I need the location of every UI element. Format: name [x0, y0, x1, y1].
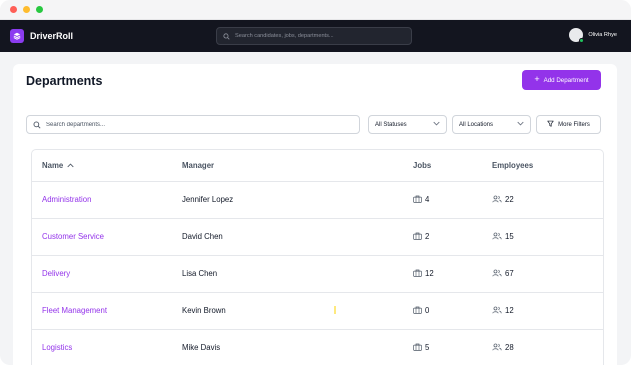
- manager-name: Jennifer Lopez: [182, 195, 234, 204]
- app-window: DriverRoll Olivia Rhye Departments + Add…: [0, 0, 631, 365]
- column-header-jobs[interactable]: Jobs: [413, 150, 492, 181]
- brand[interactable]: DriverRoll: [10, 29, 73, 43]
- department-name-link[interactable]: Delivery: [42, 269, 70, 278]
- employees-count: 28: [505, 343, 514, 353]
- status-filter-value: All Statuses: [375, 121, 407, 128]
- location-filter-value: All Locations: [459, 121, 494, 128]
- users-icon: [492, 269, 502, 279]
- maximize-window-button[interactable]: [36, 6, 43, 13]
- window-titlebar: [0, 0, 631, 20]
- column-header-name[interactable]: Name: [32, 150, 182, 181]
- employees-count: 67: [505, 269, 514, 278]
- global-search[interactable]: [216, 27, 412, 45]
- jobs-count: 0: [425, 306, 430, 315]
- department-search[interactable]: [26, 115, 360, 134]
- jobs-count: 4: [425, 195, 430, 204]
- add-department-label: Add Department: [543, 76, 589, 84]
- department-name-link[interactable]: Fleet Management: [42, 306, 107, 315]
- briefcase-icon: [413, 232, 422, 242]
- plus-icon: +: [534, 74, 540, 84]
- more-filters-label: More Filters: [558, 121, 590, 128]
- table-row[interactable]: Administration Jennifer Lopez 4 22: [32, 181, 603, 218]
- online-status-dot: [579, 38, 585, 43]
- users-icon: [492, 195, 502, 205]
- jobs-count: 12: [425, 269, 434, 278]
- jobs-count: 2: [425, 232, 430, 241]
- users-icon: [492, 306, 502, 316]
- employees-count: 15: [505, 232, 514, 241]
- briefcase-icon: [413, 306, 422, 316]
- add-department-button[interactable]: + Add Department: [522, 70, 601, 90]
- table-row[interactable]: Delivery Lisa Chen 12 67: [32, 255, 603, 292]
- layers-icon: [10, 29, 24, 43]
- global-search-input[interactable]: [235, 33, 405, 39]
- employees-count: 22: [505, 195, 514, 204]
- sort-up-icon[interactable]: [67, 161, 74, 170]
- table-header-row: Name Manager Jobs Employees: [32, 150, 603, 181]
- column-header-employees[interactable]: Employees: [492, 150, 603, 181]
- table-row[interactable]: Logistics Mike Davis 5 28: [32, 329, 603, 365]
- page-title: Departments: [26, 74, 103, 88]
- more-filters-button[interactable]: More Filters: [536, 115, 601, 134]
- search-icon: [223, 27, 230, 45]
- manager-name: Lisa Chen: [182, 269, 218, 278]
- briefcase-icon: [413, 195, 422, 205]
- close-window-button[interactable]: [10, 6, 17, 13]
- department-name-link[interactable]: Administration: [42, 195, 91, 204]
- app-name: DriverRoll: [30, 31, 74, 41]
- department-search-input[interactable]: [46, 121, 346, 128]
- search-icon: [33, 116, 41, 134]
- briefcase-icon: [413, 343, 422, 353]
- manager-name: Kevin Brown: [182, 306, 226, 315]
- text-cursor-indicator: [334, 306, 336, 314]
- table-row[interactable]: Fleet Management Kevin Brown 0 12: [32, 292, 603, 329]
- department-name-link[interactable]: Customer Service: [42, 232, 104, 241]
- chevron-down-icon: [517, 121, 524, 128]
- jobs-count: 5: [425, 343, 430, 353]
- departments-panel: Departments + Add Department All Statuse…: [13, 64, 617, 365]
- departments-table: Name Manager Jobs Employees Administrati…: [31, 149, 604, 365]
- user-menu[interactable]: Olivia Rhye: [569, 28, 617, 43]
- briefcase-icon: [413, 269, 422, 279]
- table-row[interactable]: Customer Service David Chen 2 15: [32, 218, 603, 255]
- minimize-window-button[interactable]: [23, 6, 30, 13]
- department-name-link[interactable]: Logistics: [42, 343, 72, 352]
- chevron-down-icon: [433, 121, 440, 128]
- users-icon: [492, 343, 502, 353]
- employees-count: 12: [505, 306, 514, 315]
- filter-icon: [547, 120, 554, 129]
- status-filter-select[interactable]: All Statuses: [368, 115, 447, 134]
- avatar[interactable]: [569, 28, 585, 43]
- manager-name: Mike Davis: [182, 343, 221, 353]
- users-icon: [492, 232, 502, 242]
- manager-name: David Chen: [182, 232, 223, 241]
- top-navbar: DriverRoll Olivia Rhye: [0, 20, 631, 52]
- user-name: Olivia Rhye: [588, 32, 617, 38]
- column-header-manager[interactable]: Manager: [182, 150, 413, 181]
- location-filter-select[interactable]: All Locations: [452, 115, 531, 134]
